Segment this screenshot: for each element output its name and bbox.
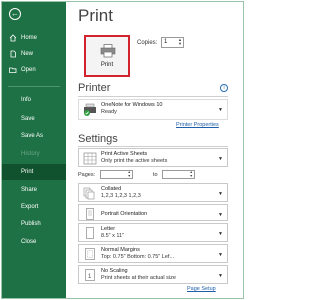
sidebar-item-label: History xyxy=(21,151,40,157)
sidebar-item-label: Open xyxy=(21,67,36,73)
to-label: to xyxy=(153,172,158,178)
print-scope-dropdown[interactable]: Print Active Sheets Only print the activ… xyxy=(78,148,228,167)
settings-heading: Settings xyxy=(78,133,118,145)
copies-stepper[interactable]: 1 ▲ ▼ xyxy=(161,37,184,48)
printer-name: OneNote for Windows 10 xyxy=(101,102,163,108)
collation-dropdown[interactable]: Collated 1,2,3 1,2,3 1,2,3 ▼ xyxy=(78,183,228,202)
sidebar-item-history: History xyxy=(2,146,66,162)
page-title: Print xyxy=(78,6,113,25)
paper-size-subtitle: 8.5" x 11" xyxy=(101,233,125,239)
sidebar-item-label: Home xyxy=(21,35,38,41)
sidebar-item-label: Info xyxy=(21,97,32,103)
sidebar-item-share[interactable]: Share xyxy=(2,182,66,198)
margins-subtitle: Top: 0.75" Bottom: 0.75" Lef... xyxy=(101,254,175,260)
sidebar-item-publish[interactable]: Publish xyxy=(2,216,66,232)
info-icon[interactable]: i xyxy=(220,84,228,92)
no-scaling-icon: 1 xyxy=(85,269,95,281)
printer-icon xyxy=(100,44,116,58)
printer-heading: Printer xyxy=(78,82,111,94)
sidebar-item-info[interactable]: Info xyxy=(2,92,66,108)
printer-dropdown[interactable]: OneNote for Windows 10 Ready ▼ xyxy=(78,99,228,120)
sidebar-item-new[interactable]: New xyxy=(2,46,66,62)
print-pane: Print Print Copies: 1 ▲▼ Printer i OneN xyxy=(66,2,243,298)
spin-arrows-icon[interactable]: ▲ ▼ xyxy=(128,170,131,178)
sidebar-item-export[interactable]: Export xyxy=(2,199,66,215)
print-button[interactable]: Print xyxy=(84,35,130,77)
orientation-value: Portrait Orientation xyxy=(101,211,148,217)
page-setup-link[interactable]: Page Setup xyxy=(187,286,216,292)
sidebar-item-label: Share xyxy=(21,187,38,193)
collated-pages-icon xyxy=(83,187,95,200)
chevron-down-icon: ▼ xyxy=(218,231,223,237)
sidebar-item-label: Save As xyxy=(21,133,44,139)
sidebar-item-save[interactable]: Save xyxy=(2,111,66,127)
sidebar-divider xyxy=(8,86,60,87)
chevron-down-icon: ▼ xyxy=(218,156,223,162)
paper-size-icon xyxy=(86,227,94,239)
pages-label: Pages: xyxy=(78,172,96,178)
sidebar-item-home[interactable]: Home xyxy=(2,30,66,46)
active-sheets-icon xyxy=(83,152,97,165)
margins-dropdown[interactable]: Normal Margins Top: 0.75" Bottom: 0.75" … xyxy=(78,244,228,263)
new-document-icon xyxy=(10,50,16,58)
sidebar-item-save-as[interactable]: Save As xyxy=(2,128,66,144)
sidebar-item-label: Print xyxy=(21,169,34,175)
printer-device-icon xyxy=(84,103,96,116)
pages-to-input[interactable]: ▲ ▼ xyxy=(162,170,195,179)
scaling-dropdown[interactable]: 1 No Scaling Print sheets at their actua… xyxy=(78,265,228,284)
sidebar-item-label: New xyxy=(21,51,34,57)
sidebar-item-label: Publish xyxy=(21,221,41,227)
scaling-subtitle: Print sheets at their actual size xyxy=(101,275,176,281)
print-button-label: Print xyxy=(100,62,114,68)
sidebar-item-close[interactable]: Close xyxy=(2,234,66,250)
chevron-down-icon: ▼ xyxy=(218,212,223,218)
orientation-dropdown[interactable]: Portrait Orientation ▼ xyxy=(78,204,228,221)
divider xyxy=(78,96,228,97)
margins-title: Normal Margins xyxy=(101,247,140,253)
collation-title: Collated xyxy=(101,186,122,192)
pages-from-input[interactable]: ▲ ▼ xyxy=(100,170,133,179)
scaling-title: No Scaling xyxy=(101,268,128,274)
divider xyxy=(78,146,228,147)
printer-properties-link[interactable]: Printer Properties xyxy=(176,122,219,128)
spin-arrows-icon[interactable]: ▲ ▼ xyxy=(178,38,182,46)
sidebar-item-open[interactable]: Open xyxy=(2,62,66,78)
chevron-down-icon: ▼ xyxy=(218,273,223,279)
sidebar-item-print[interactable]: Print xyxy=(2,164,66,180)
chevron-down-icon: ▼ xyxy=(218,252,223,258)
home-icon xyxy=(9,34,17,42)
copies-label: Copies: xyxy=(137,40,158,46)
portrait-page-icon xyxy=(86,208,94,220)
chevron-down-icon: ▼ xyxy=(218,107,223,113)
sidebar-item-label: Export xyxy=(21,204,39,210)
paper-size-title: Letter xyxy=(101,226,116,232)
collation-subtitle: 1,2,3 1,2,3 1,2,3 xyxy=(101,193,141,199)
sidebar-item-label: Close xyxy=(21,239,37,245)
sidebar-item-label: Save xyxy=(21,116,35,122)
margins-icon xyxy=(85,248,95,260)
backstage-window: ← Home New Open Info Save Save As Histor… xyxy=(1,1,244,299)
folder-open-icon xyxy=(9,67,17,73)
back-arrow-icon[interactable]: ← xyxy=(9,8,21,20)
paper-size-dropdown[interactable]: Letter 8.5" x 11" ▼ xyxy=(78,223,228,242)
chevron-down-icon: ▼ xyxy=(218,191,223,197)
print-scope-title: Print Active Sheets xyxy=(101,151,148,157)
printer-status: Ready xyxy=(101,109,117,115)
copies-value: 1 xyxy=(164,39,168,45)
spin-arrows-icon[interactable]: ▲ ▼ xyxy=(190,170,193,178)
print-scope-subtitle: Only print the active sheets xyxy=(101,158,168,164)
backstage-sidebar: ← Home New Open Info Save Save As Histor… xyxy=(2,2,66,298)
